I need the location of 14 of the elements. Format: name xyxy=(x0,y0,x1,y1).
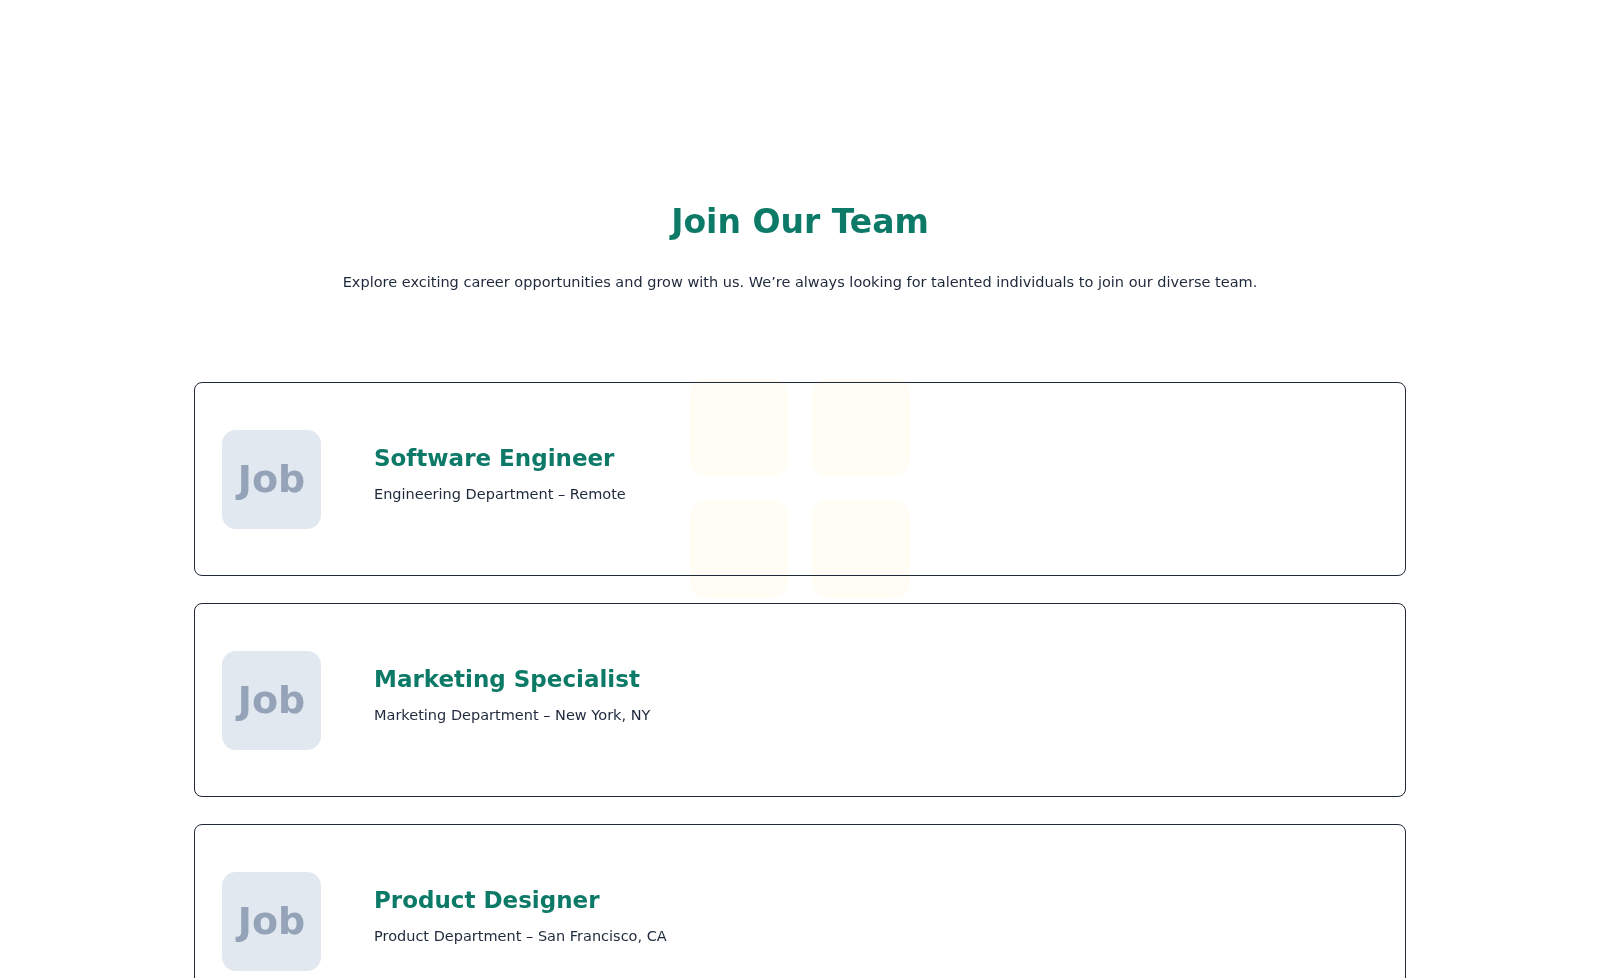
job-meta: Marketing Department – New York, NY xyxy=(374,706,651,723)
job-card[interactable]: Job Marketing Specialist Marketing Department – New York, NY xyxy=(194,603,1406,797)
job-title: Software Engineer xyxy=(374,444,616,471)
job-card[interactable]: Job Software Engineer Engineering Department – Remote xyxy=(194,382,1406,576)
job-card[interactable]: Job Product Designer Product Department – San Francisco, CA xyxy=(194,824,1406,978)
job-meta: Product Department – San Francisco, CA xyxy=(374,927,667,944)
job-badge: Job xyxy=(222,871,321,971)
page-title: Join Our Team xyxy=(668,201,930,243)
job-badge: Job xyxy=(222,650,321,750)
job-title: Marketing Specialist xyxy=(374,665,641,692)
job-badge: Job xyxy=(222,429,321,529)
page-subtitle: Explore exciting career opportunities and grow with us. We’re always looking for talented individuals to join our diverse team. xyxy=(341,274,1259,290)
job-title: Product Designer xyxy=(374,886,601,913)
job-meta: Engineering Department – Remote xyxy=(374,485,626,502)
